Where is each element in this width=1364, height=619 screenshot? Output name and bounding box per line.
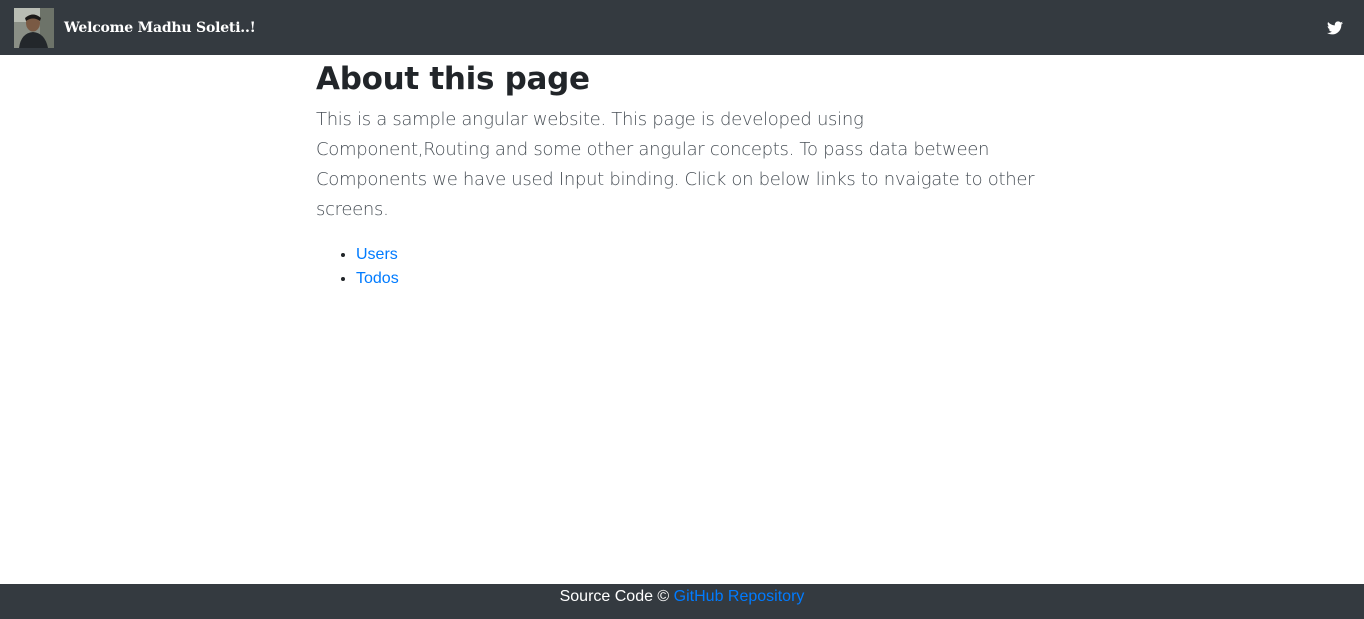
list-item: Users: [356, 243, 1036, 267]
welcome-text: Welcome Madhu Soleti..!: [64, 19, 256, 36]
footer: Source Code © GitHub Repository: [0, 584, 1364, 619]
footer-source-text: Source Code ©: [559, 588, 674, 605]
page-description: This is a sample angular website. This p…: [316, 109, 1035, 220]
users-link[interactable]: Users: [356, 246, 398, 263]
todos-link[interactable]: Todos: [356, 270, 399, 287]
main-content: About this page This is a sample angular…: [316, 55, 1036, 291]
nav-links-list: Users Todos: [316, 243, 1036, 291]
github-repository-link[interactable]: GitHub Repository: [674, 588, 805, 605]
top-navbar: Welcome Madhu Soleti..!: [0, 0, 1364, 55]
avatar[interactable]: [14, 7, 54, 48]
page-title: About this page: [316, 61, 590, 97]
user-photo-icon: [14, 7, 54, 48]
twitter-icon[interactable]: [1326, 19, 1344, 37]
list-item: Todos: [356, 267, 1036, 291]
